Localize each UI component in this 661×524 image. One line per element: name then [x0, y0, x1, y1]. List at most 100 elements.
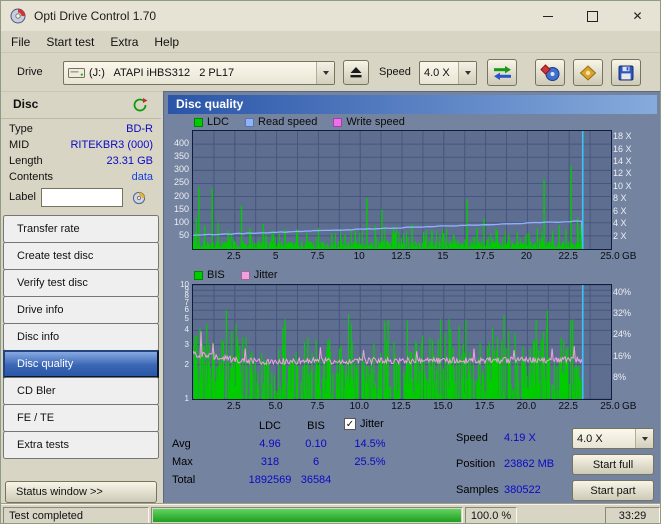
- bis-legend-swatch: [194, 270, 203, 280]
- disc-field-length: Length 23.31 GB: [1, 155, 161, 171]
- refresh-speeds-button[interactable]: [487, 59, 517, 86]
- nav-fe-te[interactable]: FE / TE: [3, 404, 159, 432]
- close-button[interactable]: ✕: [615, 1, 660, 31]
- x-axis-tick: 2.5: [226, 401, 241, 412]
- y-axis-tick: 16%: [613, 350, 632, 361]
- window-controls: ✕: [525, 1, 660, 31]
- y-axis-tick: 3: [184, 339, 189, 349]
- field-value: RITEKBR3 (000): [70, 139, 153, 151]
- disc-section-header: Disc: [1, 93, 161, 119]
- dropdown-arrow-icon: [316, 62, 334, 84]
- status-window-button[interactable]: Status window >>: [5, 481, 157, 503]
- dropdown-arrow-icon: [635, 429, 653, 448]
- eject-button[interactable]: [343, 60, 369, 85]
- y-axis-tick: 400: [173, 138, 189, 149]
- nav-disc-info[interactable]: Disc info: [3, 323, 159, 351]
- x-axis-tick: 20: [520, 251, 532, 262]
- y-axis-tick: 50: [178, 229, 189, 240]
- label-row: Label: [1, 188, 161, 210]
- x-axis-tick: 15.0: [433, 401, 453, 412]
- dropdown-arrow-icon: [458, 62, 476, 84]
- titlebar: Opti Drive Control 1.70 ✕: [1, 1, 660, 31]
- start-part-button[interactable]: Start part: [572, 480, 654, 501]
- progress-bar: [151, 507, 463, 523]
- drive-icon: [68, 68, 85, 78]
- legend-label: Jitter: [253, 269, 278, 281]
- x-axis-tick: 12.5: [391, 401, 411, 412]
- burn-button[interactable]: [573, 59, 603, 86]
- y-axis-tick: 250: [173, 177, 189, 188]
- minimize-button[interactable]: [525, 1, 570, 31]
- y-axis-tick: 6: [184, 305, 189, 315]
- nav-create-test-disc[interactable]: Create test disc: [3, 242, 159, 270]
- field-label: Contents: [9, 171, 54, 183]
- elapsed-time-panel: 33:29: [605, 507, 660, 523]
- legend-label: BIS: [207, 269, 225, 281]
- refresh-speeds-icon: [493, 65, 511, 80]
- y-axis-tick: 32%: [613, 308, 632, 319]
- disc-utilities-button[interactable]: [535, 59, 565, 86]
- drive-select[interactable]: (J:) ATAPI iHBS312 2 PL17: [63, 61, 335, 85]
- y-axis-tick: 200: [173, 190, 189, 201]
- ldc-legend-swatch: [194, 117, 203, 127]
- status-message-panel: Test completed: [3, 507, 149, 523]
- drive-select-value: (J:) ATAPI iHBS312 2 PL17: [89, 67, 235, 79]
- window-title: Opti Drive Control 1.70: [34, 9, 157, 23]
- result-row-label: Avg: [172, 438, 191, 450]
- y-axis-tick: 18 X: [613, 131, 632, 142]
- label-edit-button[interactable]: [127, 187, 151, 208]
- disc-refresh-button[interactable]: [129, 95, 151, 115]
- x-axis-tick: 10: [353, 251, 365, 262]
- speed-select-value: 4.0 X: [424, 67, 450, 79]
- menu-file[interactable]: File: [3, 32, 38, 52]
- app-icon: [10, 8, 26, 24]
- disc-info-fields: Type BD-R MID RITEKBR3 (000) Length 23.31 GB C…: [1, 123, 161, 187]
- nav-cd-bler[interactable]: CD Bler: [3, 377, 159, 405]
- y-axis-tick: 16 X: [613, 143, 632, 154]
- nav-transfer-rate[interactable]: Transfer rate: [3, 215, 159, 243]
- menubar: File Start test Extra Help: [1, 31, 660, 53]
- test-speed-select[interactable]: 4.0 X: [572, 428, 654, 449]
- label-input[interactable]: [41, 188, 123, 207]
- statusbar: Test completed 100.0 % 33:29: [1, 504, 660, 523]
- y-axis-tick: 150: [173, 203, 189, 214]
- menu-help[interactable]: Help: [146, 32, 187, 52]
- menu-extra[interactable]: Extra: [102, 32, 146, 52]
- speed-select[interactable]: 4.0 X: [419, 61, 477, 85]
- nav-disc-quality[interactable]: Disc quality: [3, 350, 159, 378]
- nav-extra-tests[interactable]: Extra tests: [3, 431, 159, 459]
- field-value-link[interactable]: data: [132, 171, 153, 183]
- x-axis-tick: 25.0: [600, 401, 620, 412]
- y-axis-tick: 4: [184, 325, 189, 335]
- save-button[interactable]: [611, 59, 641, 86]
- ldc-column-header: LDC: [258, 420, 281, 432]
- legend-bis: BIS: [194, 269, 225, 281]
- menu-start-test[interactable]: Start test: [38, 32, 102, 52]
- save-icon: [618, 65, 634, 80]
- legend-ldc: LDC: [194, 116, 229, 128]
- test-speed-select-value: 4.0 X: [577, 432, 603, 445]
- app-window: Opti Drive Control 1.70 ✕ File Start test…: [0, 0, 661, 524]
- toolbar: Drive (J:) ATAPI iHBS312 2 PL17 Speed 4.…: [1, 53, 660, 92]
- y-axis-tick: 6 X: [613, 205, 627, 216]
- position-label: Position: [456, 458, 496, 470]
- write-speed-legend-swatch: [333, 117, 343, 127]
- maximize-button[interactable]: [570, 1, 615, 31]
- label-field-label: Label: [9, 191, 36, 203]
- result-jitter-value: 25.5%: [354, 456, 386, 468]
- speed-result-value: 4.19 X: [504, 432, 536, 444]
- field-value: BD-R: [126, 123, 153, 135]
- y-axis-tick: 2: [184, 359, 189, 369]
- nav-drive-info[interactable]: Drive info: [3, 296, 159, 324]
- nav-verify-test-disc[interactable]: Verify test disc: [3, 269, 159, 297]
- x-axis-tick: 5.0: [268, 401, 283, 412]
- x-axis-unit: GB: [622, 401, 637, 412]
- samples-label: Samples: [456, 484, 499, 496]
- x-axis-unit: GB: [622, 251, 637, 262]
- y-axis-tick: 12 X: [613, 168, 632, 179]
- elapsed-time: 33:29: [618, 509, 647, 522]
- sidebar-nav: Transfer rate Create test disc Verify test…: [3, 215, 159, 459]
- start-full-button[interactable]: Start full: [572, 454, 654, 475]
- jitter-checkbox[interactable]: ✓ Jitter: [344, 418, 384, 430]
- field-label: MID: [9, 139, 30, 151]
